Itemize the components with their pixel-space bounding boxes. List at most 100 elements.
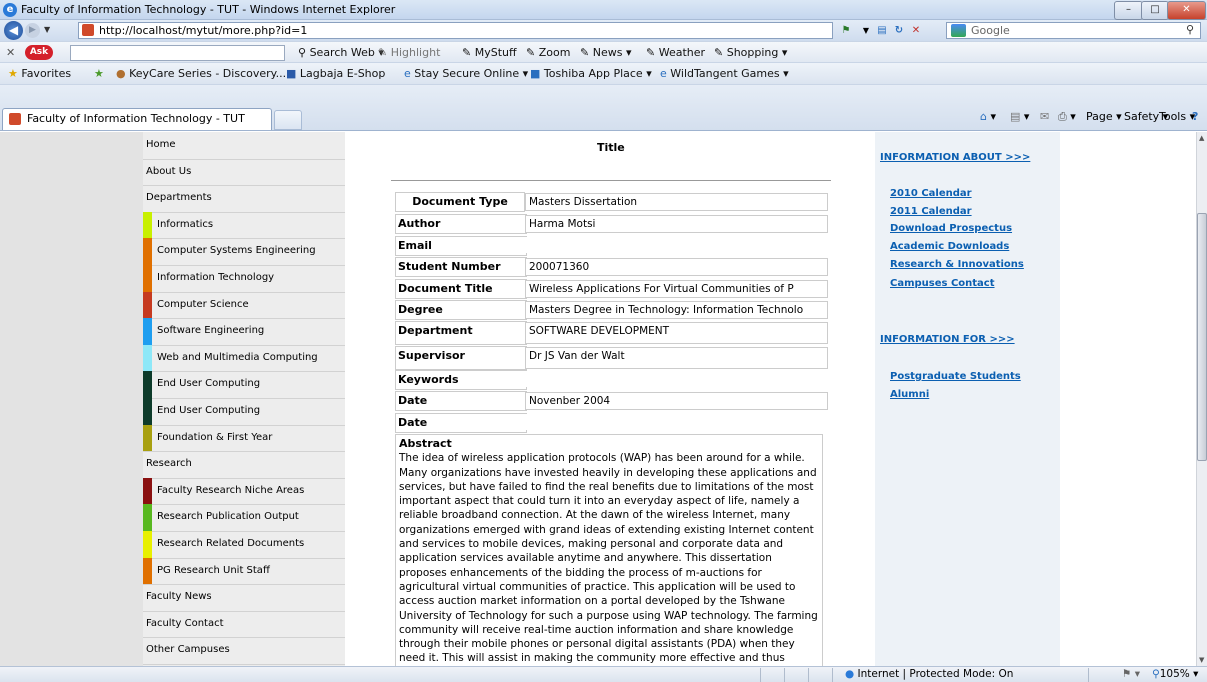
sidebar-item[interactable]: Faculty Contact bbox=[143, 611, 348, 639]
protected-mode-icon[interactable]: ⚑ ▾ bbox=[1122, 668, 1140, 680]
ask-search-input[interactable] bbox=[70, 45, 285, 61]
ask-mystuff-button[interactable]: ✎ MyStuff bbox=[462, 46, 517, 59]
info-about-heading[interactable]: INFORMATION ABOUT >>> bbox=[880, 152, 1030, 163]
sidebar-item[interactable]: Faculty Research Niche Areas bbox=[143, 477, 359, 506]
compatibility-view-icon[interactable]: ⚑ bbox=[838, 23, 854, 38]
tools-menu[interactable]: Tools ▾ bbox=[1159, 110, 1195, 123]
info-about-link[interactable]: Research & Innovations bbox=[890, 259, 1024, 270]
favorites-button[interactable]: ★ Favorites bbox=[8, 67, 71, 80]
fav-item-stay-secure[interactable]: e Stay Secure Online ▾ bbox=[404, 67, 528, 80]
sidebar-item[interactable]: End User Computing bbox=[143, 371, 359, 399]
close-button[interactable]: ✕ bbox=[1167, 1, 1206, 20]
security-zone[interactable]: ● Internet | Protected Mode: On bbox=[845, 668, 1013, 680]
address-bar[interactable]: http://localhost/mytut/more.php?id=1 bbox=[78, 22, 833, 39]
search-input[interactable]: Google bbox=[946, 22, 1201, 39]
keycare-icon: ● bbox=[116, 67, 126, 80]
ask-highlight-label: Highlight bbox=[390, 46, 441, 59]
close-toolbar-icon[interactable]: ✕ bbox=[6, 46, 15, 59]
sidebar-item[interactable]: Informatics bbox=[143, 211, 359, 240]
info-about-link[interactable]: Campuses Contact bbox=[890, 278, 995, 289]
fav-item-lagbaja[interactable]: ■ Lagbaja E-Shop bbox=[286, 67, 385, 80]
favorites-label: Favorites bbox=[21, 67, 72, 80]
maximize-button[interactable]: □ bbox=[1141, 1, 1169, 20]
toshiba-icon: ■ bbox=[530, 67, 541, 80]
sidebar-item[interactable]: Foundation & First Year bbox=[143, 424, 359, 453]
sidebar-color-bar bbox=[143, 424, 152, 452]
mail-button[interactable]: ✉ bbox=[1040, 110, 1049, 123]
sidebar-item-label: Faculty News bbox=[146, 591, 212, 603]
sidebar-item[interactable]: About Us bbox=[143, 159, 348, 187]
sidebar-item-label: Informatics bbox=[157, 218, 214, 230]
sidebar-item[interactable]: Other Campuses bbox=[143, 637, 348, 665]
sidebar-item[interactable]: Departments bbox=[143, 185, 348, 213]
address-dropdown-icon[interactable]: ▼ bbox=[858, 23, 874, 38]
sidebar-item[interactable]: PG Research Unit Staff bbox=[143, 557, 359, 586]
sidebar-item-label: Computer Systems Engineering bbox=[157, 245, 316, 257]
zoom-control[interactable]: ⚲105% ▾ bbox=[1152, 668, 1198, 680]
fav-item-wildtangent[interactable]: e WildTangent Games ▾ bbox=[660, 67, 789, 80]
site-favicon-icon bbox=[82, 24, 94, 36]
print-button[interactable]: ⎙ ▾ bbox=[1058, 110, 1076, 124]
search-icon[interactable]: ⚲ bbox=[1186, 23, 1194, 36]
abstract-heading: Abstract bbox=[399, 437, 452, 450]
fav-item-keycare[interactable]: ● KeyCare Series - Discovery... bbox=[116, 67, 286, 80]
scroll-down-icon[interactable]: ▼ bbox=[1199, 656, 1204, 664]
scrollbar-thumb[interactable] bbox=[1197, 213, 1207, 461]
tab-faculty-it[interactable]: Faculty of Information Technology - TUT bbox=[2, 108, 272, 130]
ask-highlight-button[interactable]: ✎ Highlight bbox=[378, 46, 440, 59]
help-icon[interactable]: ? bbox=[1192, 110, 1198, 123]
add-to-favorites-bar-icon[interactable]: ★ bbox=[94, 67, 104, 80]
page-menu[interactable]: Page ▾ bbox=[1086, 110, 1122, 123]
lagbaja-icon: ■ bbox=[286, 67, 297, 80]
sidebar-item-label: Web and Multimedia Computing bbox=[157, 351, 318, 363]
status-bar: ● Internet | Protected Mode: On ⚑ ▾ ⚲105… bbox=[0, 666, 1207, 682]
field-label: Keywords bbox=[395, 370, 527, 390]
rss-icon[interactable]: ▤ bbox=[874, 23, 890, 38]
field-value: Masters Degree in Technology: Informatio… bbox=[525, 301, 828, 319]
ask-search-web-button[interactable]: ⚲ Search Web ▾ bbox=[298, 46, 384, 59]
info-about-link[interactable]: Academic Downloads bbox=[890, 241, 1009, 252]
ask-news-button[interactable]: ✎ News ▾ bbox=[580, 46, 631, 59]
forward-button[interactable]: ▶ bbox=[25, 23, 40, 38]
field-label: Document Type bbox=[395, 192, 525, 212]
ask-weather-button[interactable]: ✎ Weather bbox=[646, 46, 705, 59]
sidebar-item[interactable]: Web and Multimedia Computing bbox=[143, 344, 359, 373]
ask-shopping-button[interactable]: ✎ Shopping ▾ bbox=[714, 46, 787, 59]
address-toolbar: ◀ ▶ ▼ http://localhost/mytut/more.php?id… bbox=[0, 20, 1207, 41]
tools-menu-label: Tools bbox=[1159, 110, 1187, 123]
sidebar-item[interactable]: Home bbox=[143, 132, 348, 160]
minimize-button[interactable]: – bbox=[1114, 1, 1143, 20]
new-tab-button[interactable] bbox=[274, 110, 302, 130]
sidebar-item[interactable]: Information Technology bbox=[143, 265, 359, 293]
sidebar-item[interactable]: End User Computing bbox=[143, 398, 359, 426]
back-button[interactable]: ◀ bbox=[4, 21, 23, 40]
refresh-icon[interactable]: ↻ bbox=[891, 23, 907, 38]
sidebar-item[interactable]: Computer Science bbox=[143, 291, 359, 320]
ask-logo-icon[interactable]: Ask bbox=[25, 45, 53, 60]
info-about-link[interactable]: 2011 Calendar bbox=[890, 206, 972, 217]
home-button[interactable]: ⌂ ▾ bbox=[980, 110, 996, 123]
feeds-button[interactable]: ▤ ▾ bbox=[1010, 110, 1029, 123]
info-about-link[interactable]: 2010 Calendar bbox=[890, 188, 972, 199]
sidebar-item[interactable]: Research Publication Output bbox=[143, 504, 359, 532]
page-title: Title bbox=[597, 141, 625, 154]
field-value: Novenber 2004 bbox=[525, 392, 828, 410]
info-for-link[interactable]: Postgraduate Students bbox=[890, 371, 1021, 382]
scroll-up-icon[interactable]: ▲ bbox=[1199, 134, 1204, 142]
tab-label: Faculty of Information Technology - TUT bbox=[27, 112, 245, 125]
stop-icon[interactable]: ✕ bbox=[908, 23, 924, 38]
sidebar-item[interactable]: Faculty News bbox=[143, 584, 348, 612]
info-for-link[interactable]: Alumni bbox=[890, 389, 929, 400]
sidebar-item[interactable]: Research Related Documents bbox=[143, 531, 359, 559]
info-for-heading[interactable]: INFORMATION FOR >>> bbox=[880, 334, 1015, 345]
feeds-icon: ▤ bbox=[1010, 110, 1021, 123]
sidebar-item[interactable]: Research bbox=[143, 451, 348, 479]
ask-zoom-button[interactable]: ✎ Zoom bbox=[526, 46, 570, 59]
sidebar-item[interactable]: Software Engineering bbox=[143, 318, 359, 346]
sidebar-item[interactable]: Computer Systems Engineering bbox=[143, 238, 359, 266]
ask-news-label: News bbox=[592, 46, 623, 59]
info-about-link[interactable]: Download Prospectus bbox=[890, 223, 1012, 234]
recent-pages-dropdown-icon[interactable]: ▼ bbox=[44, 25, 50, 34]
fav-item-toshiba[interactable]: ■ Toshiba App Place ▾ bbox=[530, 67, 652, 80]
abstract-box: Abstract The idea of wireless applicatio… bbox=[395, 434, 823, 666]
